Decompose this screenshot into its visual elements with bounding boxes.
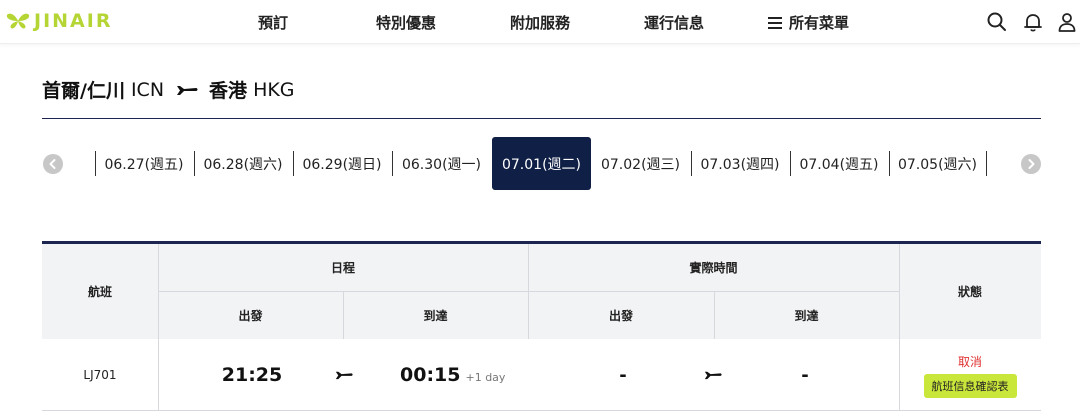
flight-number: LJ701 [83, 368, 117, 382]
actual-arrive-time: - [801, 364, 809, 386]
chevron-right-icon [1028, 159, 1035, 169]
status-cell: 取消 航班信息確認表 [899, 339, 1041, 411]
date-tab[interactable]: 06.27(週五) [95, 151, 192, 176]
date-tab[interactable]: 07.03(週四) [691, 151, 788, 176]
divider [714, 291, 715, 339]
sched-arrive-time: 00:15 [400, 364, 461, 386]
date-tab-selected[interactable]: 07.01(週二) [492, 137, 591, 190]
all-menu-label: 所有菜單 [789, 14, 850, 32]
date-tab[interactable]: 06.30(週一) [392, 151, 490, 176]
hamburger-icon [768, 16, 782, 29]
nav-flight-status[interactable]: 運行信息 [644, 12, 704, 33]
sched-depart-time: 21:25 [221, 364, 283, 386]
divider [158, 339, 159, 411]
table-header: 航班 日程 實際時間 狀態 出發 到達 出發 到達 [42, 241, 1041, 339]
jinair-logo[interactable]: JINAIR [6, 10, 112, 32]
col-sched-depart: 出發 [238, 308, 263, 323]
origin-city: 首爾/仁川 [42, 80, 125, 102]
divider [343, 291, 344, 339]
flight-number-cell: LJ701 [42, 339, 158, 411]
flight-info-confirmation-button[interactable]: 航班信息確認表 [923, 373, 1017, 398]
col-sched-arrive: 到達 [423, 308, 448, 323]
divider [158, 291, 899, 292]
actual-depart-time: - [619, 364, 627, 386]
next-dates-button[interactable] [1021, 154, 1041, 174]
sched-depart-cell: 21:25 [212, 339, 292, 411]
actual-depart-cell: - [608, 339, 638, 411]
nav-extra-services[interactable]: 附加服務 [510, 12, 570, 33]
butterfly-icon [6, 13, 30, 29]
col-flight: 航班 [87, 285, 112, 299]
bell-icon[interactable] [1022, 11, 1044, 33]
all-menu-button[interactable]: 所有菜單 [768, 12, 849, 33]
destination-code: HKG [253, 78, 295, 101]
chevron-left-icon [49, 159, 56, 169]
table-row: LJ701 21:25 00:15 +1 day - - 取消 航班信息確認表 [42, 339, 1041, 411]
plane-icon [335, 371, 353, 380]
destination-city: 香港 [209, 80, 248, 102]
col-actual-arrive: 到達 [794, 308, 819, 323]
top-header: JINAIR 預訂 特別優惠 附加服務 運行信息 所有菜單 [0, 0, 1080, 44]
origin-code: ICN [130, 78, 165, 101]
actual-plane-cell [703, 339, 723, 411]
route-title: 首爾/仁川 ICN 香港 HKG [42, 76, 295, 103]
plane-icon [177, 85, 198, 95]
col-actual-depart: 出發 [608, 308, 633, 323]
nav-special-offers[interactable]: 特別優惠 [376, 12, 436, 33]
col-schedule: 日程 [330, 261, 355, 275]
day-offset: +1 day [465, 370, 506, 384]
sched-arrive-cell: 00:15 +1 day [400, 339, 510, 411]
col-actual-time: 實際時間 [689, 261, 738, 275]
logo-text: JINAIR [34, 10, 113, 32]
divider [899, 244, 900, 339]
date-tab[interactable]: 06.28(週六) [194, 151, 291, 176]
user-icon[interactable] [1056, 11, 1078, 33]
status-badge: 取消 [957, 354, 982, 369]
nav-booking[interactable]: 預訂 [258, 12, 288, 33]
sched-plane-cell [334, 339, 354, 411]
search-icon[interactable] [986, 11, 1008, 33]
col-status: 狀態 [957, 285, 982, 299]
date-divider [986, 151, 987, 176]
route-divider [42, 118, 1041, 119]
date-tab[interactable]: 07.02(週三) [592, 137, 689, 190]
plane-icon [704, 371, 722, 380]
date-tab[interactable]: 07.05(週六) [889, 151, 985, 176]
date-tab[interactable]: 07.04(週五) [790, 151, 887, 176]
date-tab[interactable]: 06.29(週日) [293, 151, 390, 176]
prev-dates-button[interactable] [43, 154, 63, 174]
actual-arrive-cell: - [790, 339, 820, 411]
